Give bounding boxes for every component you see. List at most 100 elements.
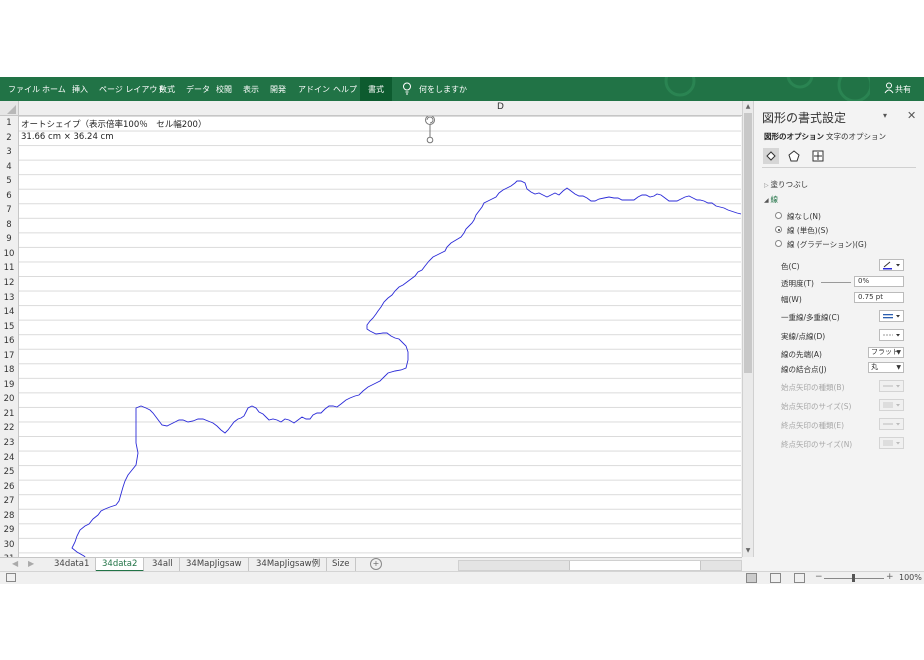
row-header[interactable]: 20: [0, 392, 18, 407]
tab-formulas[interactable]: 数式: [159, 84, 175, 95]
chevron-down-icon: ▼: [896, 349, 901, 356]
row-header[interactable]: 14: [0, 305, 18, 320]
row-header[interactable]: 19: [0, 378, 18, 393]
size-properties-tab[interactable]: [810, 148, 826, 164]
zoom-in-icon[interactable]: +: [886, 572, 894, 582]
horizontal-scrollbar[interactable]: [458, 560, 742, 571]
zoom-out-icon[interactable]: −: [815, 572, 823, 582]
tab-shape-options[interactable]: 図形のオプション: [764, 131, 824, 142]
sheet-tab-34mapjigsaw[interactable]: 34MapJigsaw: [180, 558, 249, 571]
row-header[interactable]: 10: [0, 247, 18, 262]
vertical-scroll-thumb[interactable]: [744, 113, 752, 373]
sheet-tab-34mapjigsaw-example[interactable]: 34MapJigsaw例: [250, 558, 328, 571]
sheet-tab-34all[interactable]: 34all: [146, 558, 180, 571]
transparency-slider[interactable]: [821, 282, 851, 283]
rotate-handle-icon[interactable]: [425, 116, 435, 125]
page-break-view-icon[interactable]: [794, 573, 805, 583]
compound-type-dropdown[interactable]: [879, 310, 904, 322]
row-header[interactable]: 24: [0, 451, 18, 466]
tell-me-input[interactable]: 何をしますか: [419, 84, 467, 95]
shape-handle[interactable]: [426, 136, 434, 144]
cap-type-dropdown[interactable]: フラット ▼: [868, 347, 904, 358]
row-header[interactable]: 4: [0, 160, 18, 175]
column-header-d[interactable]: D: [497, 102, 504, 112]
row-header[interactable]: 15: [0, 320, 18, 335]
share-button[interactable]: 共有: [895, 84, 911, 95]
row-header[interactable]: 26: [0, 480, 18, 495]
tab-view[interactable]: 表示: [243, 84, 259, 95]
scroll-up-icon[interactable]: ▲: [744, 102, 752, 111]
row-header[interactable]: 21: [0, 407, 18, 422]
row-header[interactable]: 13: [0, 291, 18, 306]
vertical-scrollbar[interactable]: ▲ ▼: [742, 101, 753, 557]
freeform-shape[interactable]: [19, 116, 741, 557]
radio-solid-line[interactable]: [775, 226, 782, 233]
fill-section-label: 塗りつぶし: [770, 180, 809, 189]
radio-solid-line-label[interactable]: 線 (単色)(S): [787, 225, 828, 236]
transparency-input[interactable]: 0%: [854, 276, 904, 287]
row-header[interactable]: 8: [0, 218, 18, 233]
row-header[interactable]: 18: [0, 363, 18, 378]
tab-format[interactable]: 書式: [360, 77, 392, 101]
sheet-tab-size[interactable]: Size: [326, 558, 357, 571]
radio-gradient-line[interactable]: [775, 240, 782, 247]
tab-data[interactable]: データ: [186, 84, 210, 95]
line-section-toggle[interactable]: ◢ 線: [764, 194, 778, 205]
coastline-line[interactable]: [24, 180, 741, 557]
tab-home[interactable]: ホーム: [42, 84, 66, 95]
macro-record-icon[interactable]: [6, 573, 16, 582]
close-icon[interactable]: ✕: [907, 109, 916, 122]
join-type-dropdown[interactable]: 丸 ▼: [868, 362, 904, 373]
sheet-tab-34data2[interactable]: 34data2: [96, 558, 145, 572]
row-header[interactable]: 22: [0, 421, 18, 436]
row-header[interactable]: 5: [0, 174, 18, 189]
dash-type-dropdown[interactable]: [879, 329, 904, 341]
row-header[interactable]: 30: [0, 538, 18, 553]
row-header[interactable]: 6: [0, 189, 18, 204]
fill-line-tab[interactable]: [763, 148, 779, 164]
scroll-down-icon[interactable]: ▼: [744, 546, 752, 555]
horizontal-scroll-thumb[interactable]: [569, 561, 701, 570]
tab-help[interactable]: ヘルプ: [333, 84, 357, 95]
radio-no-line[interactable]: [775, 212, 782, 219]
sheet-next-icon[interactable]: ▶: [28, 559, 34, 568]
row-header[interactable]: 29: [0, 523, 18, 538]
zoom-slider-knob[interactable]: [852, 574, 855, 582]
row-header[interactable]: 17: [0, 349, 18, 364]
zoom-level[interactable]: 100%: [899, 573, 922, 582]
tab-page-layout[interactable]: ページ レイアウト: [99, 84, 165, 95]
tab-insert[interactable]: 挿入: [72, 84, 88, 95]
select-all-corner[interactable]: [0, 101, 19, 115]
row-header[interactable]: 16: [0, 334, 18, 349]
row-header[interactable]: 3: [0, 145, 18, 160]
tab-file[interactable]: ファイル: [8, 84, 40, 95]
radio-gradient-line-label[interactable]: 線 (グラデーション)(G): [787, 239, 867, 250]
row-header[interactable]: 23: [0, 436, 18, 451]
tab-addins[interactable]: アドイン: [298, 84, 330, 95]
row-header[interactable]: 27: [0, 494, 18, 509]
line-color-button[interactable]: [879, 259, 904, 271]
effects-tab[interactable]: [786, 148, 802, 164]
row-header[interactable]: 25: [0, 465, 18, 480]
tab-developer[interactable]: 開発: [270, 84, 286, 95]
page-layout-view-icon[interactable]: [770, 573, 781, 583]
radio-no-line-label[interactable]: 線なし(N): [787, 211, 821, 222]
row-header[interactable]: 1: [0, 116, 18, 131]
row-header[interactable]: 11: [0, 261, 18, 276]
tab-review[interactable]: 校閲: [216, 84, 232, 95]
normal-view-icon[interactable]: [746, 573, 757, 583]
arrow-size-icon: [883, 440, 900, 446]
sheet-prev-icon[interactable]: ◀: [12, 559, 18, 568]
row-header[interactable]: 2: [0, 131, 18, 146]
pane-options-icon[interactable]: ▾: [883, 111, 887, 120]
row-header[interactable]: 28: [0, 509, 18, 524]
row-header[interactable]: 7: [0, 203, 18, 218]
row-header[interactable]: 9: [0, 232, 18, 247]
tab-text-options[interactable]: 文字のオプション: [826, 131, 886, 142]
sheet-tab-34data1[interactable]: 34data1: [48, 558, 97, 571]
row-header[interactable]: 12: [0, 276, 18, 291]
fill-section-toggle[interactable]: ▷ 塗りつぶし: [764, 179, 808, 190]
width-input[interactable]: 0.75 pt: [854, 292, 904, 303]
add-sheet-icon[interactable]: +: [370, 558, 382, 570]
select-all-icon: [7, 105, 16, 114]
